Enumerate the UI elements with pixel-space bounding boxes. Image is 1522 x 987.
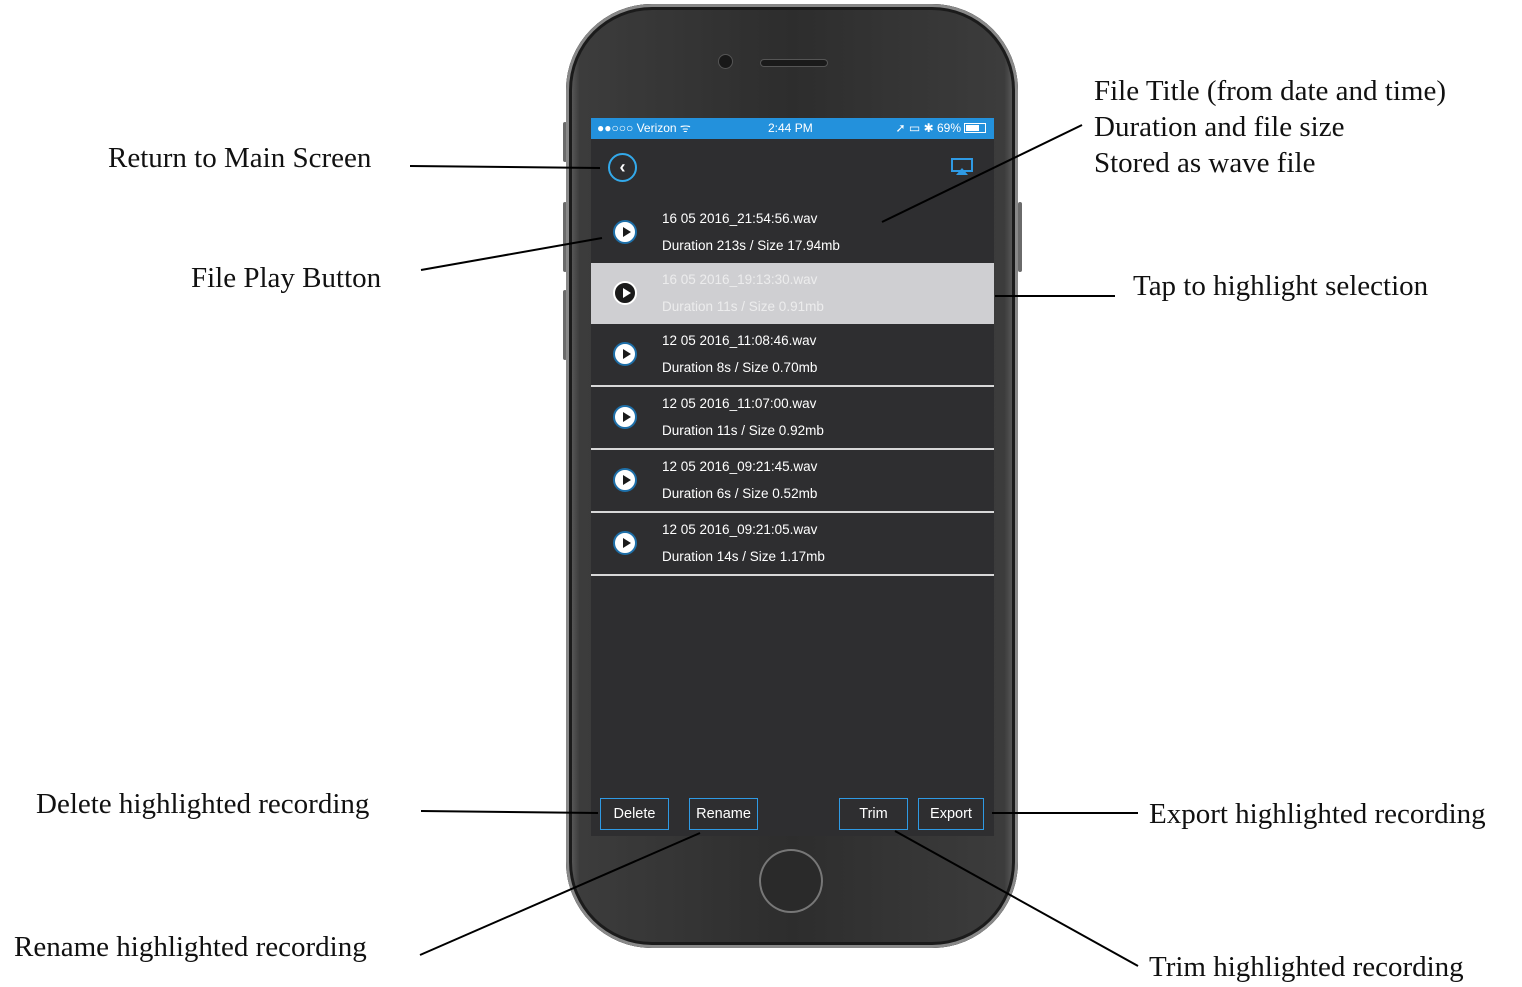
recording-details: Duration 213s / Size 17.94mb xyxy=(662,238,840,253)
recording-title: 16 05 2016_21:54:56.wav xyxy=(662,211,818,226)
speaker-grille xyxy=(761,60,827,66)
recording-title: 12 05 2016_09:21:45.wav xyxy=(662,459,818,474)
carrier-label: ●●○○○ Verizon ᯤ xyxy=(597,121,691,135)
recording-title: 16 05 2016_19:13:30.wav xyxy=(662,272,818,287)
camera-icon xyxy=(719,55,732,68)
recording-details: Duration 8s / Size 0.70mb xyxy=(662,360,818,375)
airplay-icon[interactable] xyxy=(951,158,973,176)
recording-title: 12 05 2016_11:08:46.wav xyxy=(662,333,817,348)
status-bar: ●●○○○ Verizon ᯤ 2:44 PM ➚ ▭ ✱ 69% xyxy=(591,118,994,139)
recording-title: 12 05 2016_09:21:05.wav xyxy=(662,522,818,537)
recording-details: Duration 11s / Size 0.91mb xyxy=(662,299,824,314)
play-icon[interactable] xyxy=(613,531,637,555)
export-button[interactable]: Export xyxy=(918,798,984,830)
annotation-delete: Delete highlighted recording xyxy=(36,788,370,820)
play-icon[interactable] xyxy=(613,220,637,244)
play-icon[interactable] xyxy=(613,281,637,305)
recording-row[interactable]: 16 05 2016_21:54:56.wav Duration 213s / S… xyxy=(591,202,994,263)
annotation-tap-highlight: Tap to highlight selection xyxy=(1133,270,1429,302)
annotation-trim: Trim highlighted recording xyxy=(1149,951,1464,983)
annotation-file-title-2: Duration and file size xyxy=(1094,111,1345,143)
play-icon[interactable] xyxy=(613,405,637,429)
back-button[interactable]: ‹ xyxy=(608,153,637,182)
phone-power-button xyxy=(1018,202,1022,272)
status-indicators: ➚ ▭ ✱ 69% xyxy=(895,121,961,135)
annotation-rename: Rename highlighted recording xyxy=(14,931,367,963)
recording-row[interactable]: 12 05 2016_11:07:00.wav Duration 11s / Si… xyxy=(591,387,994,450)
rename-button[interactable]: Rename xyxy=(689,798,758,830)
recording-row[interactable]: 16 05 2016_19:13:30.wav Duration 11s / Si… xyxy=(591,263,994,324)
battery-icon xyxy=(964,123,986,133)
home-button[interactable] xyxy=(759,849,823,913)
recording-details: Duration 14s / Size 1.17mb xyxy=(662,549,825,564)
recording-row[interactable]: 12 05 2016_09:21:05.wav Duration 14s / Si… xyxy=(591,513,994,576)
play-icon[interactable] xyxy=(613,342,637,366)
annotation-file-play-button: File Play Button xyxy=(191,262,382,294)
delete-button[interactable]: Delete xyxy=(600,798,669,830)
annotation-return-main-screen: Return to Main Screen xyxy=(108,142,372,174)
trim-button[interactable]: Trim xyxy=(839,798,908,830)
status-right: ➚ ▭ ✱ 69% xyxy=(896,118,986,139)
annotation-file-title-3: Stored as wave file xyxy=(1094,147,1316,179)
recording-title: 12 05 2016_11:07:00.wav xyxy=(662,396,817,411)
recordings-list: 16 05 2016_21:54:56.wav Duration 213s / S… xyxy=(591,202,994,576)
annotation-export: Export highlighted recording xyxy=(1149,798,1486,830)
play-icon[interactable] xyxy=(613,468,637,492)
recording-row[interactable]: 12 05 2016_11:08:46.wav Duration 8s / Siz… xyxy=(591,324,994,387)
status-time: 2:44 PM xyxy=(768,121,813,135)
app-screen: ●●○○○ Verizon ᯤ 2:44 PM ➚ ▭ ✱ 69% ‹ 16 0… xyxy=(591,118,994,836)
recording-row[interactable]: 12 05 2016_09:21:45.wav Duration 6s / Siz… xyxy=(591,450,994,513)
recording-details: Duration 11s / Size 0.92mb xyxy=(662,423,824,438)
annotation-file-title-1: File Title (from date and time) xyxy=(1094,75,1446,107)
chevron-left-icon: ‹ xyxy=(619,157,626,177)
recording-details: Duration 6s / Size 0.52mb xyxy=(662,486,818,501)
